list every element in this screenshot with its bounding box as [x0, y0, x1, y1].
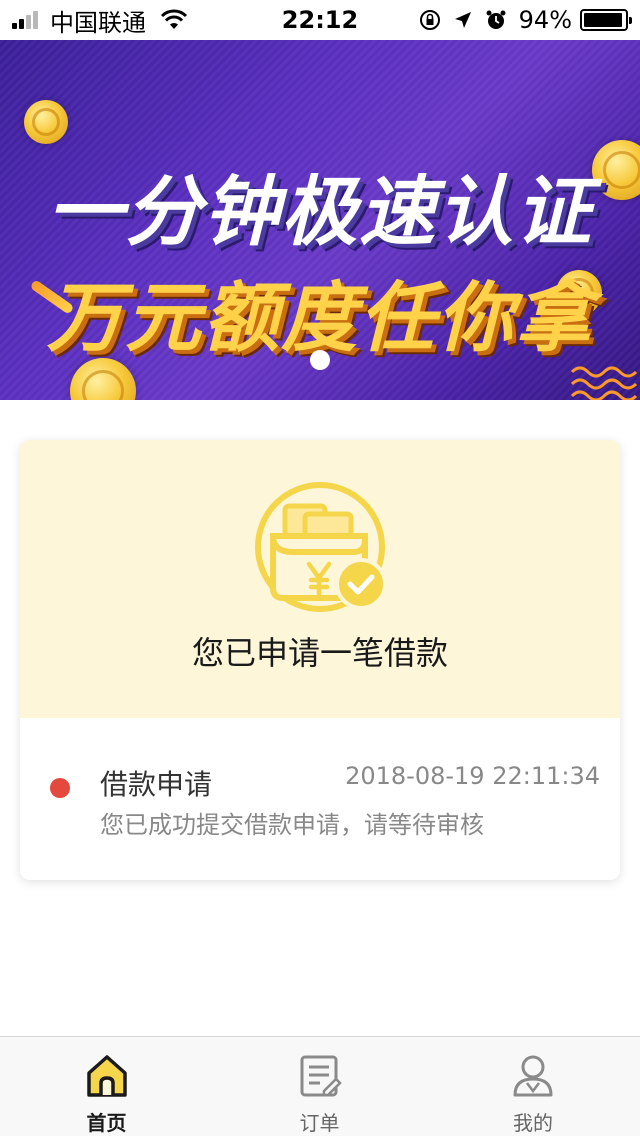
- tab-home[interactable]: 首页: [0, 1037, 213, 1136]
- bottom-tab-bar: 首页 订单 我的: [0, 1036, 640, 1136]
- promo-banner[interactable]: 一分钟极速认证 万元额度任你拿: [0, 40, 640, 400]
- home-icon: [86, 1055, 127, 1097]
- order-icon: [300, 1055, 342, 1097]
- tab-orders[interactable]: 订单: [213, 1037, 426, 1136]
- application-status-title: 您已申请一笔借款: [191, 634, 448, 672]
- status-bar: 中国联通 22:12 94%: [0, 0, 640, 40]
- gold-coin-decoration: [24, 100, 68, 144]
- card-header: 您已申请一笔借款: [20, 440, 620, 718]
- wave-decoration: [570, 366, 638, 400]
- wallet-yuan-check-icon: [255, 482, 387, 612]
- profile-icon: [513, 1055, 553, 1097]
- battery-percent: 94%: [518, 6, 572, 34]
- battery-fill: [584, 13, 622, 27]
- battery-icon: [580, 9, 632, 31]
- tab-profile[interactable]: 我的: [426, 1037, 640, 1136]
- orientation-lock-icon: [419, 10, 440, 30]
- timeline-event-description: 您已成功提交借款申请，请等待审核: [100, 811, 484, 839]
- banner-headline: 一分钟极速认证: [47, 167, 593, 256]
- loan-application-card: 您已申请一笔借款 借款申请 2018-08-19 22:11:34 您已成功提交…: [20, 440, 620, 880]
- location-arrow-icon: [454, 12, 471, 28]
- alarm-icon: [486, 10, 506, 29]
- timeline-event-title: 借款申请: [100, 768, 213, 801]
- tab-label: 首页: [86, 1111, 127, 1135]
- timeline-status-dot: [50, 778, 70, 798]
- tab-label: 订单: [299, 1111, 340, 1135]
- tab-label: 我的: [513, 1111, 553, 1135]
- status-bar-right: 94%: [419, 0, 632, 40]
- carousel-indicator-dot[interactable]: [310, 350, 330, 370]
- timeline-event-time: 2018-08-19 22:11:34: [345, 762, 600, 790]
